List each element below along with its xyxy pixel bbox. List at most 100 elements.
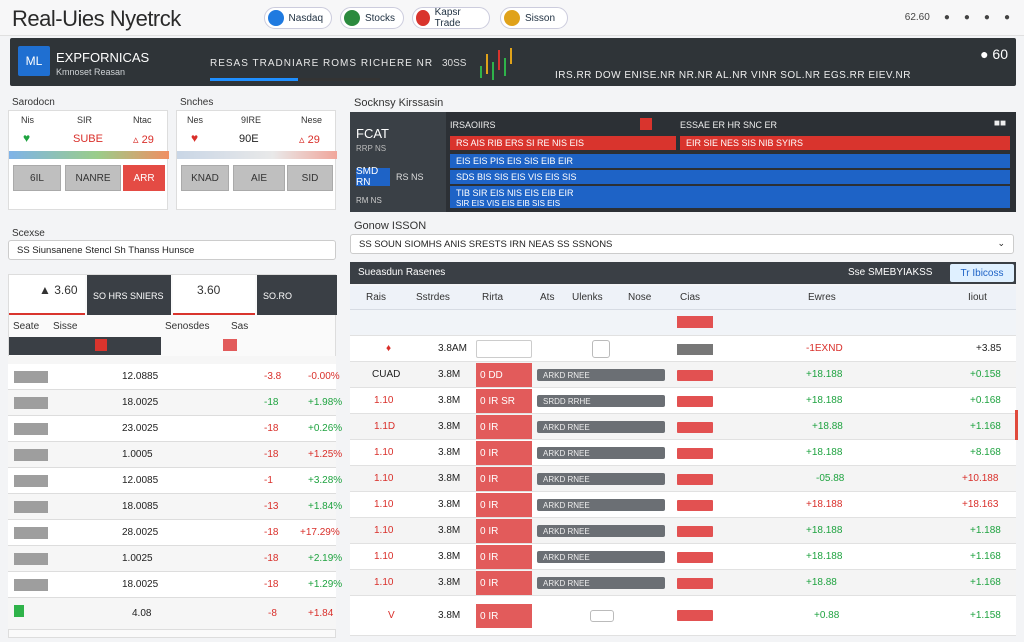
heart-icon: ♥ — [191, 131, 199, 145]
tab-senosdes[interactable]: Senosdes — [165, 321, 209, 332]
widget2-btn-3[interactable]: SID — [287, 165, 333, 191]
table-action-button[interactable]: Tr Ibicoss — [950, 264, 1014, 282]
brand-logo: ML — [18, 46, 50, 76]
widget2-heatbar — [177, 151, 337, 159]
scrollbar-thumb[interactable] — [1015, 410, 1018, 440]
table-row[interactable]: 1.1D 3.8M 0 IR ARKD RNEE +18.88 +1.168 — [350, 414, 1016, 440]
candle-group — [480, 48, 512, 80]
col-cias[interactable]: Cias — [680, 292, 700, 303]
table-row[interactable]: 1.10 3.8M 0 IR ARKD RNEE +18.188 +1.188 — [350, 518, 1016, 544]
list-item[interactable]: 1.0005 -18 +1.25% — [8, 442, 342, 468]
main-table-header: Sueasdun Rasenes Sse SMEBYIAKSS Tr Ibico… — [350, 262, 1016, 284]
header-banner: ML EXPFORNICAS Kmnoset Reasan RESAS TRAD… — [10, 38, 1016, 86]
top-right-controls: 62.60 ● ● ● ● — [905, 12, 1010, 23]
widget1-btn-2[interactable]: NANRE — [65, 165, 121, 191]
list-item[interactable]: 18.0025 -18 +1.98% — [8, 390, 342, 416]
market-chip-label: RS NS — [396, 172, 424, 182]
bell-icon[interactable]: ● — [944, 12, 950, 23]
list-item[interactable]: 23.0025 -18 +0.26% — [8, 416, 342, 442]
table-row[interactable]: 1.10 3.8M 0 IR ARKD RNEE +18.188 +8.168 — [350, 440, 1016, 466]
pill-sisson[interactable]: Sisson — [500, 7, 568, 29]
widget2-btn-2[interactable]: AIE — [233, 165, 285, 191]
top-bar: Real-Uies Nyetrck Nasdaq Stocks Kapsr Tr… — [0, 0, 1024, 36]
col-ulenks[interactable]: Ulenks — [572, 292, 603, 303]
market-blue-bar: EIS EIS PIS EIS SIS EIB EIR — [450, 154, 1010, 168]
col-rais[interactable]: Rais — [366, 292, 386, 303]
list-item[interactable]: 12.0085 -1 +3.28% — [8, 468, 342, 494]
list-item[interactable]: 1.0025 -18 +2.19% — [8, 546, 342, 572]
list-item[interactable]: 18.0025 -18 +1.29% — [8, 572, 342, 598]
pill-stocks[interactable]: Stocks — [340, 7, 404, 29]
settings-icon[interactable]: ● — [984, 12, 990, 23]
bookmark-icon[interactable] — [223, 339, 237, 351]
col-nose[interactable]: Nose — [628, 292, 651, 303]
top-value: 62.60 — [904, 12, 930, 23]
table-row[interactable]: 1.10 3.8M 0 IR ARKD RNEE +18.188 +1.168 — [350, 544, 1016, 570]
chevron-down-icon[interactable]: ⌄ — [997, 238, 1005, 249]
search-input-left[interactable]: SS Siunsanene Stencl Sh Thanss Hunsce — [8, 240, 336, 260]
search-input-main[interactable]: SS SOUN SIOMHS ANIS SRESTS IRN NEAS SS S… — [350, 234, 1014, 254]
ticker-tape: IRS.RR DOW ENISE.NR NR.NR AL.NR VINR SOL… — [555, 70, 911, 81]
table-row[interactable]: V 3.8M 0 IR +0.88 +1.158 — [350, 596, 1016, 636]
list-item[interactable]: 12.0885-3.8-0.00% — [8, 364, 340, 390]
table-row[interactable]: 1.10 3.8M 0 IR ARKD RNEE +18.188 +18.163 — [350, 492, 1016, 518]
market-chip[interactable]: SMD RN — [356, 166, 390, 188]
table-row[interactable]: CUAD 3.8M 0 DD ARKD RNEE +18.188 +0.158 — [350, 362, 1016, 388]
widget2-panel: Nes 9IRE Nese ♥ 90E ▵ 29 KNAD AIE SID — [176, 110, 337, 210]
col-iiout[interactable]: Iiout — [968, 292, 987, 303]
tab-seate[interactable]: Seate — [13, 321, 39, 332]
watch-card-4[interactable]: SO.RO — [257, 275, 337, 315]
left-toolbar — [9, 337, 161, 355]
list-item[interactable]: 28.0025 -18 +17.29% — [8, 520, 340, 546]
widget2-btn-1[interactable]: KNAD — [181, 165, 229, 191]
col-ewres[interactable]: Ewres — [808, 292, 836, 303]
filter-badge[interactable] — [677, 316, 713, 328]
widget1-heatbar — [9, 151, 169, 159]
alert-icon[interactable] — [640, 118, 652, 130]
banner-icons: ● 60 — [980, 46, 1008, 62]
filter-row — [350, 310, 1016, 336]
table-controls[interactable]: Sse SMEBYIAKSS — [848, 267, 932, 278]
col-sstrdes[interactable]: Sstrdes — [416, 292, 450, 303]
pill-nasdaq[interactable]: Nasdaq — [264, 7, 332, 29]
expand-icon[interactable]: ■■ — [994, 118, 1006, 129]
watch-card-2[interactable]: SO HRS SNIERS — [87, 275, 171, 315]
banner-subtitle: Kmnoset Reasan — [56, 67, 126, 77]
globe-icon — [268, 10, 284, 26]
banner-progress — [210, 78, 380, 81]
tab-sas[interactable]: Sas — [231, 321, 248, 332]
tab-sisse[interactable]: Sisse — [53, 321, 77, 332]
col-rirta[interactable]: Rirta — [482, 292, 503, 303]
widget2-label: Snches — [180, 97, 214, 108]
widget1-change: ▵ 29 — [133, 134, 154, 146]
watch-card-3[interactable]: 3.60 — [173, 275, 255, 315]
list-item[interactable]: 4.08 -8 +1.84 — [8, 598, 336, 630]
widget1-btn-3[interactable]: ARR — [123, 165, 165, 191]
market-blue-bar: SIR EIS VIS EIS EIB SIS EIS — [450, 198, 1010, 208]
market-overview-panel: FCAT RRP NS SMD RN RS NS RM NS IRSAOIIRS… — [350, 112, 1016, 212]
coin-icon — [504, 10, 520, 26]
col-ats[interactable]: Ats — [540, 292, 554, 303]
flag-icon — [416, 10, 430, 26]
widget1-panel: Nis SIR Ntac ♥ SUBE ▵ 29 6IL NANRE ARR — [8, 110, 169, 210]
market-header-right: ESSAE ER HR SNC ER — [680, 120, 778, 130]
chart-icon — [344, 10, 360, 26]
user-icon[interactable]: ● — [964, 12, 970, 23]
widget2-change: ▵ 29 — [299, 134, 320, 146]
table-row[interactable]: ♦ 3.8AM -1EXND +3.85 — [350, 336, 1016, 362]
widget1-btn-1[interactable]: 6IL — [13, 165, 61, 191]
menu-icon[interactable]: ● — [1004, 12, 1010, 23]
market-header-left: IRSAOIIRS — [450, 120, 496, 130]
banner-tagline: RESAS TRADNIARE ROMS RICHERE NR — [210, 58, 434, 69]
app-title: Real-Uies Nyetrck — [12, 6, 181, 31]
watch-card-1[interactable]: ▲ 3.60 — [9, 275, 85, 315]
table-row[interactable]: 1.10 3.8M 0 IR SR SRDD RRHE +18.188 +0.168 — [350, 388, 1016, 414]
candlestick-sparkline — [480, 48, 512, 80]
list-item[interactable]: 18.0085 -13 +1.84% — [8, 494, 342, 520]
table-row[interactable]: 1.10 3.8M 0 IR ARKD RNEE +18.88 +1.168 — [350, 570, 1016, 596]
banner-mid-label: 30SS — [442, 58, 467, 69]
pill-trade[interactable]: Kapsr Trade — [412, 7, 490, 29]
search2-label: Gonow ISSON — [354, 220, 427, 232]
flag-icon[interactable] — [95, 339, 107, 351]
table-row[interactable]: 1.10 3.8M 0 IR ARKD RNEE -05.88 +10.188 — [350, 466, 1016, 492]
